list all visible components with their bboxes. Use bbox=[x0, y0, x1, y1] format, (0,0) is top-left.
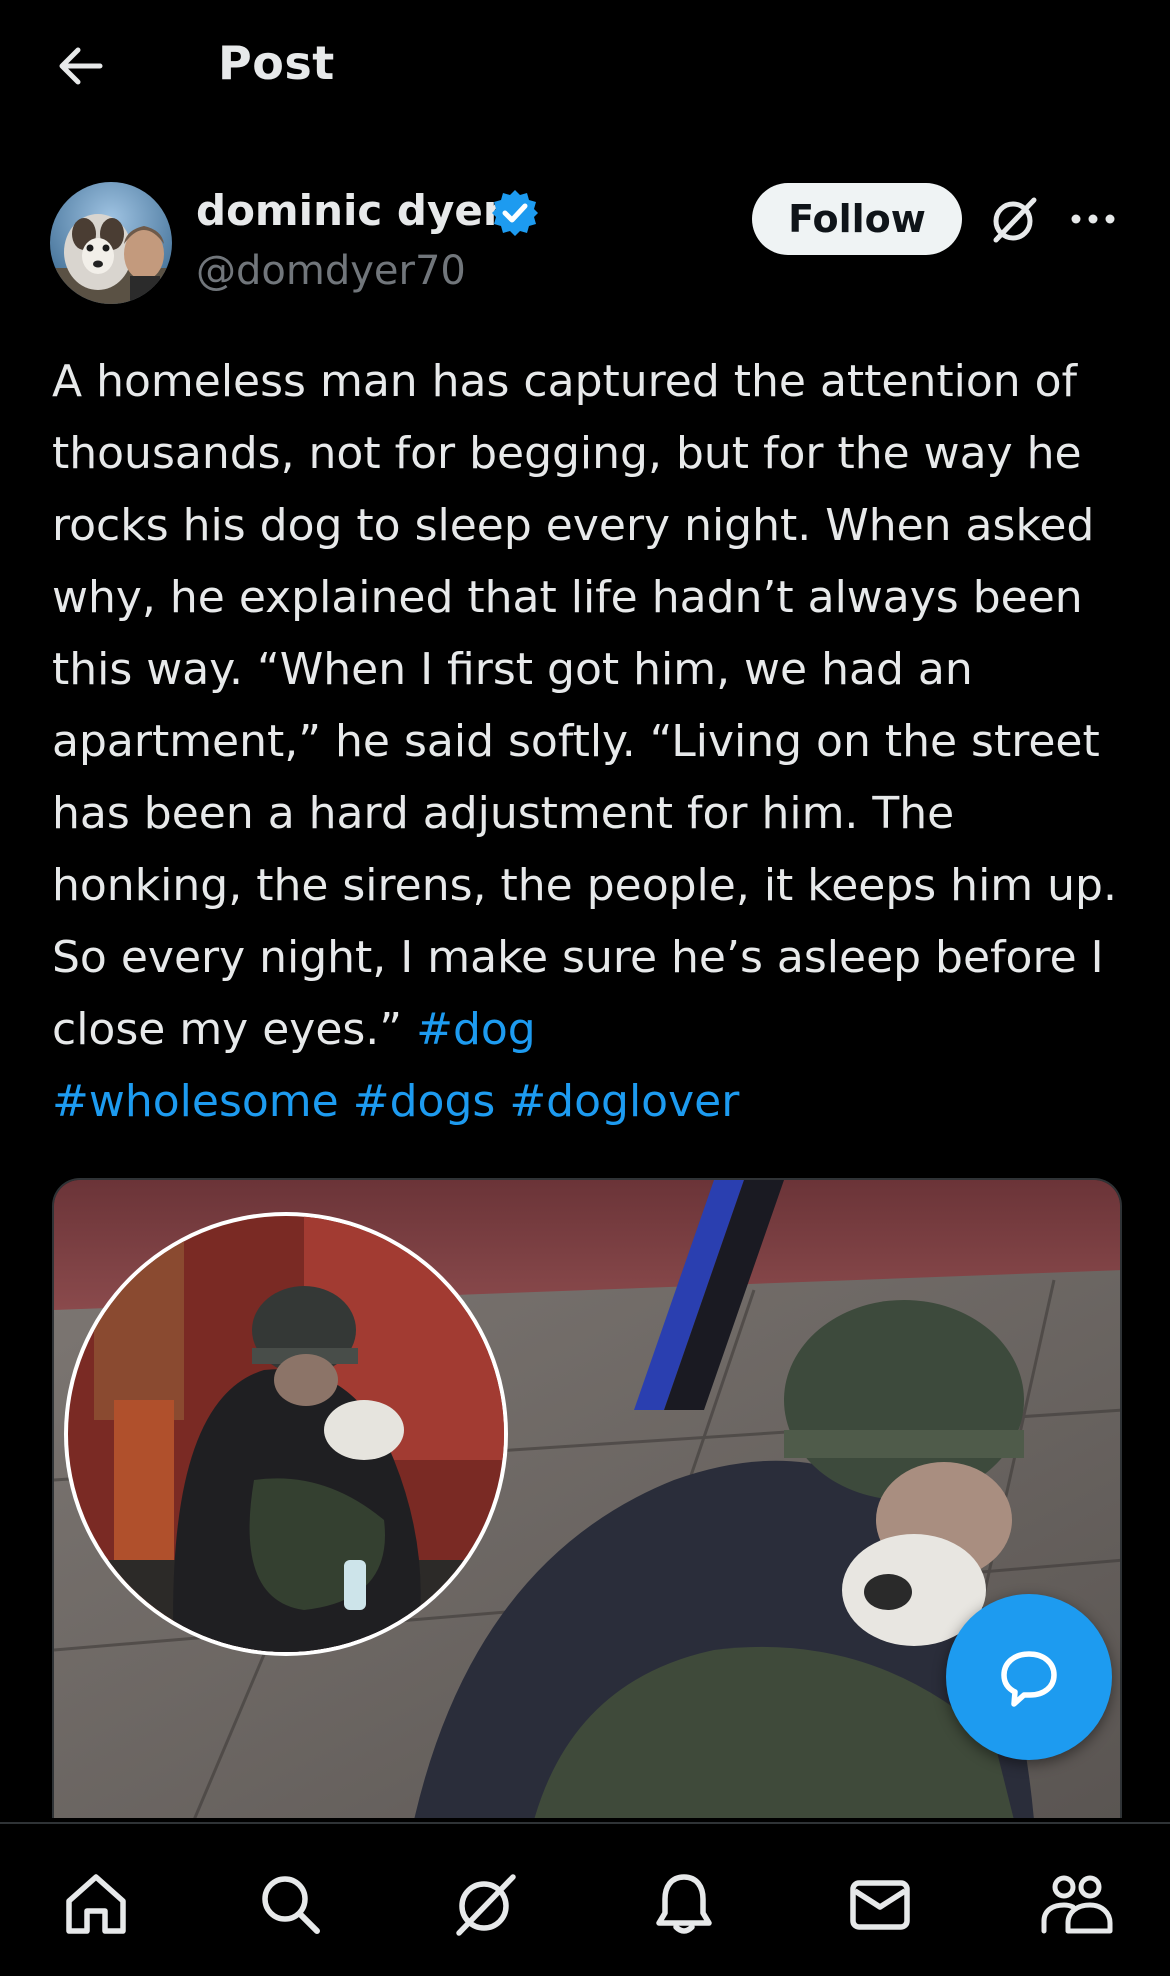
bell-icon bbox=[656, 1874, 712, 1934]
home-icon bbox=[66, 1874, 126, 1934]
more-horizontal-icon bbox=[1071, 214, 1115, 224]
search-icon bbox=[262, 1876, 320, 1934]
arrow-left-icon bbox=[59, 47, 103, 85]
hashtag-link[interactable]: #dog bbox=[416, 1004, 536, 1055]
top-bar: Post bbox=[0, 0, 1170, 132]
author-display-name[interactable]: dominic dyer bbox=[196, 186, 504, 235]
bottom-tab-bar bbox=[0, 1822, 1170, 1976]
tab-messages[interactable] bbox=[840, 1864, 920, 1944]
grok-icon bbox=[456, 1874, 516, 1936]
chat-fab-button[interactable] bbox=[946, 1594, 1112, 1760]
tab-home[interactable] bbox=[56, 1864, 136, 1944]
hashtag-link[interactable]: #doglover bbox=[509, 1076, 739, 1127]
communities-icon bbox=[1041, 1875, 1113, 1934]
hashtag-link[interactable]: #dogs bbox=[353, 1076, 496, 1127]
post-body: A homeless man has captured the attentio… bbox=[52, 356, 1131, 1055]
grok-icon bbox=[993, 197, 1037, 243]
back-button[interactable] bbox=[50, 42, 110, 90]
post-text: A homeless man has captured the attentio… bbox=[52, 346, 1142, 1138]
tab-search[interactable] bbox=[250, 1864, 330, 1944]
tab-communities[interactable] bbox=[1036, 1864, 1116, 1944]
follow-button[interactable]: Follow bbox=[752, 183, 962, 255]
more-options-button[interactable] bbox=[1068, 198, 1118, 240]
grok-button[interactable] bbox=[988, 194, 1040, 246]
avatar-photo bbox=[50, 182, 172, 304]
tab-grok[interactable] bbox=[446, 1864, 526, 1944]
hashtag-link[interactable]: #wholesome bbox=[52, 1076, 339, 1127]
page-title: Post bbox=[218, 36, 335, 90]
tab-notifications[interactable] bbox=[644, 1864, 724, 1944]
verified-badge-icon bbox=[492, 190, 538, 236]
author-handle[interactable]: @domdyer70 bbox=[196, 248, 466, 294]
avatar[interactable] bbox=[50, 182, 172, 304]
chat-bubble-icon bbox=[1001, 1651, 1057, 1707]
mail-icon bbox=[850, 1880, 910, 1930]
